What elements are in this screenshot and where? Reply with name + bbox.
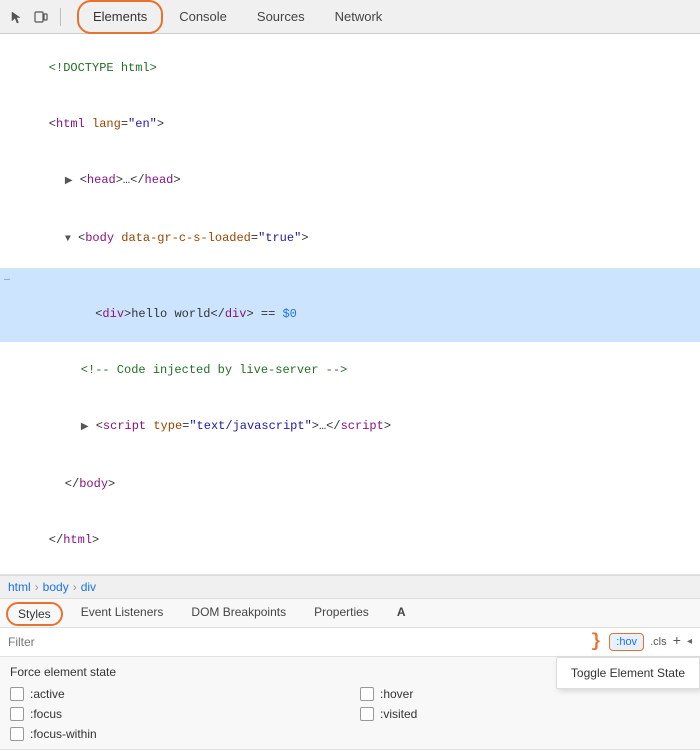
tab-elements[interactable]: Elements <box>77 0 163 34</box>
toggle-element-state-tooltip: Toggle Element State <box>556 657 700 689</box>
separator <box>60 8 61 26</box>
html-line-body-close: </body> <box>0 456 700 512</box>
label-active: :active <box>30 687 65 701</box>
breadcrumb-bar: html › body › div <box>0 575 700 599</box>
cursor-icon[interactable] <box>8 8 26 26</box>
html-line-body[interactable]: ▼ <body data-gr-c-s-loaded="true"> <box>0 210 700 268</box>
state-item-hover: :hover <box>360 687 690 701</box>
add-style-button[interactable]: + <box>673 634 681 650</box>
tab-dom-breakpoints[interactable]: DOM Breakpoints <box>177 599 300 627</box>
html-line-selected[interactable]: … <div>hello world</div> == $0 <box>0 268 700 342</box>
html-line-html: <html lang="en"> <box>0 96 700 152</box>
force-state-container: Toggle Element State Force element state… <box>0 657 700 750</box>
html-line-html-close: </html> <box>0 512 700 568</box>
checkbox-active[interactable] <box>10 687 24 701</box>
label-focus-within: :focus-within <box>30 727 97 741</box>
state-item-visited: :visited <box>360 707 690 721</box>
devtools-tabbar: Elements Console Sources Network <box>0 0 700 34</box>
checkbox-hover[interactable] <box>360 687 374 701</box>
state-grid: :active :hover :focus :visited :focus-wi… <box>10 687 690 741</box>
html-line-doctype: <!DOCTYPE html> <box>0 40 700 96</box>
html-line-head[interactable]: ▶ <head>…</head> <box>0 152 700 210</box>
overflow-icon[interactable]: ◂ <box>687 636 692 648</box>
label-focus: :focus <box>30 707 62 721</box>
tooltip-container: Toggle Element State <box>556 657 700 689</box>
breadcrumb-sep2: › <box>73 580 77 594</box>
tab-network[interactable]: Network <box>321 0 397 34</box>
breadcrumb-sep1: › <box>35 580 39 594</box>
filter-bar: } :hov .cls + ◂ <box>0 628 700 657</box>
breadcrumb-html[interactable]: html <box>8 580 31 594</box>
checkbox-focus-within[interactable] <box>10 727 24 741</box>
tab-styles[interactable]: Styles <box>6 602 63 626</box>
html-line-comment: <!-- Code injected by live-server --> <box>0 342 700 398</box>
styles-tabbar: Styles Event Listeners DOM Breakpoints P… <box>0 599 700 628</box>
breadcrumb-body[interactable]: body <box>43 580 69 594</box>
checkbox-focus[interactable] <box>10 707 24 721</box>
label-visited: :visited <box>380 707 417 721</box>
filter-input[interactable] <box>8 635 584 649</box>
device-icon[interactable] <box>32 8 50 26</box>
curly-brace-icon: } <box>590 632 601 652</box>
state-item-active: :active <box>10 687 340 701</box>
cls-button[interactable]: .cls <box>650 636 667 648</box>
checkbox-visited[interactable] <box>360 707 374 721</box>
state-item-focus-within: :focus-within <box>10 727 340 741</box>
state-item-focus: :focus <box>10 707 340 721</box>
toolbar-icons <box>8 8 65 26</box>
hov-button[interactable]: :hov <box>609 633 644 651</box>
elements-panel: <!DOCTYPE html> <html lang="en"> ▶ <head… <box>0 34 700 575</box>
tab-console[interactable]: Console <box>165 0 241 34</box>
tab-properties[interactable]: Properties <box>300 599 383 627</box>
tab-accessibility[interactable]: A <box>383 599 420 627</box>
html-line-script[interactable]: ▶ <script type="text/javascript">…</scri… <box>0 398 700 456</box>
tab-event-listeners[interactable]: Event Listeners <box>67 599 178 627</box>
breadcrumb-div[interactable]: div <box>81 580 96 594</box>
tab-sources[interactable]: Sources <box>243 0 319 34</box>
label-hover: :hover <box>380 687 413 701</box>
